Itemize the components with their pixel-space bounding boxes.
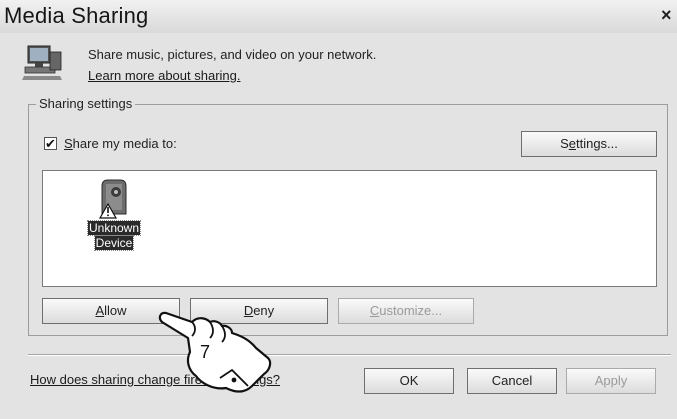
pointing-hand-icon: 7: [158, 311, 272, 393]
window-title: Media Sharing: [4, 3, 149, 28]
settings-button[interactable]: Settings...: [521, 131, 657, 157]
media-sharing-dialog: Media Sharing × Share music, pictures, a…: [0, 0, 677, 419]
ok-button[interactable]: OK: [364, 368, 454, 394]
device-name-line2: Device: [93, 235, 135, 251]
step-number: 7: [200, 342, 210, 362]
title-bar: Media Sharing ×: [0, 0, 677, 33]
separator: [28, 354, 671, 356]
unknown-device-warning-icon: [98, 179, 127, 219]
computer-network-icon: [22, 45, 62, 80]
sharing-settings-label: Sharing settings: [36, 96, 136, 111]
apply-button[interactable]: Apply: [566, 368, 656, 394]
close-button[interactable]: ×: [661, 6, 675, 24]
share-media-label[interactable]: Share my media to:: [64, 136, 177, 151]
cancel-button[interactable]: Cancel: [467, 368, 557, 394]
learn-more-link[interactable]: Learn more about sharing.: [88, 68, 240, 83]
customize-button[interactable]: Customize...: [338, 298, 474, 324]
device-item-unknown[interactable]: Unknown Device: [82, 178, 146, 254]
device-name-line1: Unknown: [86, 220, 142, 236]
header-description: Share music, pictures, and video on your…: [88, 47, 377, 62]
device-name: Unknown Device: [82, 220, 146, 251]
share-media-checkbox[interactable]: ✔: [44, 137, 57, 150]
